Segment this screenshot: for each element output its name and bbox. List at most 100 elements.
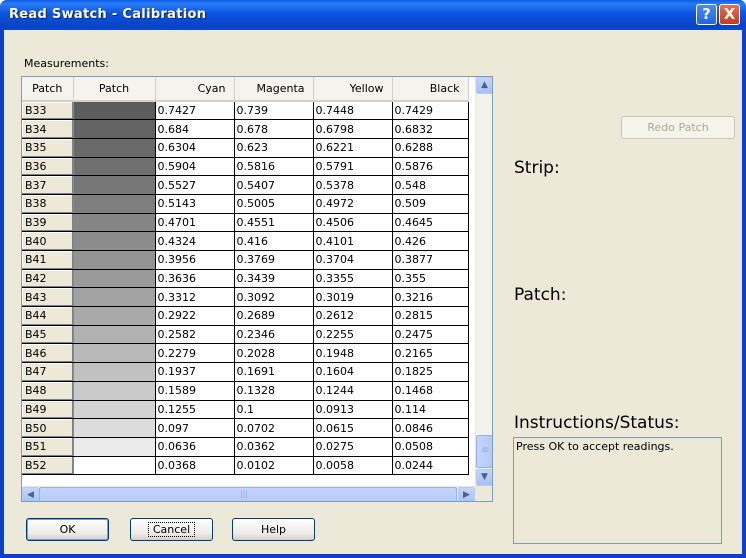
title-bar[interactable]: Read Swatch - Calibration ? X [0, 0, 746, 30]
row-black-value[interactable]: 0.0508 [392, 437, 469, 457]
row-patch-name[interactable]: B35 [22, 138, 74, 158]
table-row[interactable]: B34 0.684 0.678 0.6798 0.6832 [22, 119, 469, 139]
row-yellow-value[interactable]: 0.2255 [313, 325, 393, 345]
table-row[interactable]: B39 0.4701 0.4551 0.4506 0.4645 [22, 213, 469, 233]
row-magenta-value[interactable]: 0.3092 [234, 287, 314, 308]
row-magenta-value[interactable]: 0.2028 [234, 343, 314, 364]
row-patch-name[interactable]: B50 [22, 418, 74, 438]
row-cyan-value[interactable]: 0.1937 [155, 362, 235, 382]
row-patch-name[interactable]: B49 [22, 400, 74, 420]
row-patch-swatch[interactable] [73, 306, 156, 326]
row-patch-swatch[interactable] [73, 250, 156, 270]
vertical-scrollbar[interactable]: ▲ ≡ ▼ [475, 77, 492, 486]
row-yellow-value[interactable]: 0.4101 [313, 231, 393, 251]
row-patch-swatch[interactable] [73, 101, 156, 121]
table-row[interactable]: B42 0.3636 0.3439 0.3355 0.355 [22, 269, 469, 289]
row-cyan-value[interactable]: 0.2922 [155, 306, 235, 326]
scroll-down-button[interactable]: ▼ [476, 469, 492, 486]
row-patch-name[interactable]: B38 [22, 194, 74, 214]
row-yellow-value[interactable]: 0.0058 [313, 456, 393, 476]
row-yellow-value[interactable]: 0.5791 [313, 157, 393, 177]
row-yellow-value[interactable]: 0.1948 [313, 343, 393, 364]
row-magenta-value[interactable]: 0.5407 [234, 175, 314, 195]
row-patch-swatch[interactable] [73, 287, 156, 308]
row-yellow-value[interactable]: 0.3704 [313, 250, 393, 270]
row-patch-name[interactable]: B34 [22, 119, 74, 139]
row-black-value[interactable]: 0.355 [392, 269, 469, 289]
table-row[interactable]: B38 0.5143 0.5005 0.4972 0.509 [22, 194, 469, 214]
row-yellow-value[interactable]: 0.4506 [313, 213, 393, 233]
row-cyan-value[interactable]: 0.0636 [155, 437, 235, 457]
row-patch-swatch[interactable] [73, 138, 156, 158]
row-patch-name[interactable]: B43 [22, 287, 74, 308]
help-title-button[interactable]: ? [696, 4, 717, 25]
row-yellow-value[interactable]: 0.0615 [313, 418, 393, 438]
scroll-right-button[interactable]: ▶ [458, 487, 475, 501]
row-patch-swatch[interactable] [73, 194, 156, 214]
row-patch-name[interactable]: B47 [22, 362, 74, 382]
row-cyan-value[interactable]: 0.6304 [155, 138, 235, 158]
table-row[interactable]: B41 0.3956 0.3769 0.3704 0.3877 [22, 250, 469, 270]
scroll-up-button[interactable]: ▲ [476, 77, 492, 94]
col-header-patch-name[interactable]: Patch [22, 77, 74, 102]
row-patch-name[interactable]: B33 [22, 101, 74, 121]
row-patch-swatch[interactable] [73, 119, 156, 139]
row-cyan-value[interactable]: 0.2279 [155, 343, 235, 364]
row-patch-name[interactable]: B36 [22, 157, 74, 177]
row-black-value[interactable]: 0.0846 [392, 418, 469, 438]
row-cyan-value[interactable]: 0.5904 [155, 157, 235, 177]
table-row[interactable]: B43 0.3312 0.3092 0.3019 0.3216 [22, 287, 469, 308]
row-yellow-value[interactable]: 0.0275 [313, 437, 393, 457]
row-magenta-value[interactable]: 0.2346 [234, 325, 314, 345]
row-cyan-value[interactable]: 0.1255 [155, 400, 235, 420]
row-patch-swatch[interactable] [73, 418, 156, 438]
row-yellow-value[interactable]: 0.3355 [313, 269, 393, 289]
row-magenta-value[interactable]: 0.678 [234, 119, 314, 139]
row-patch-name[interactable]: B48 [22, 381, 74, 401]
row-black-value[interactable]: 0.3877 [392, 250, 469, 270]
row-cyan-value[interactable]: 0.4324 [155, 231, 235, 251]
vertical-scroll-thumb[interactable]: ≡ [476, 435, 492, 468]
row-yellow-value[interactable]: 0.2612 [313, 306, 393, 326]
row-patch-name[interactable]: B52 [22, 456, 74, 476]
row-black-value[interactable]: 0.5876 [392, 157, 469, 177]
table-row[interactable]: B37 0.5527 0.5407 0.5378 0.548 [22, 175, 469, 195]
row-black-value[interactable]: 0.4645 [392, 213, 469, 233]
ok-button[interactable]: OK [26, 518, 109, 541]
row-patch-name[interactable]: B45 [22, 325, 74, 345]
row-patch-name[interactable]: B42 [22, 269, 74, 289]
row-yellow-value[interactable]: 0.7448 [313, 101, 393, 121]
row-patch-swatch[interactable] [73, 231, 156, 251]
row-magenta-value[interactable]: 0.1328 [234, 381, 314, 401]
row-black-value[interactable]: 0.6288 [392, 138, 469, 158]
row-yellow-value[interactable]: 0.0913 [313, 400, 393, 420]
table-row[interactable]: B51 0.0636 0.0362 0.0275 0.0508 [22, 437, 469, 457]
row-magenta-value[interactable]: 0.4551 [234, 213, 314, 233]
col-header-patch-swatch[interactable]: Patch [73, 77, 156, 102]
row-black-value[interactable]: 0.6832 [392, 119, 469, 139]
col-header-magenta[interactable]: Magenta [234, 77, 314, 102]
row-black-value[interactable]: 0.7429 [392, 101, 469, 121]
row-magenta-value[interactable]: 0.623 [234, 138, 314, 158]
table-row[interactable]: B47 0.1937 0.1691 0.1604 0.1825 [22, 362, 469, 382]
row-black-value[interactable]: 0.548 [392, 175, 469, 195]
table-row[interactable]: B48 0.1589 0.1328 0.1244 0.1468 [22, 381, 469, 401]
row-magenta-value[interactable]: 0.5816 [234, 157, 314, 177]
table-row[interactable]: B33 0.7427 0.739 0.7448 0.7429 [22, 101, 469, 121]
row-cyan-value[interactable]: 0.4701 [155, 213, 235, 233]
row-black-value[interactable]: 0.2475 [392, 325, 469, 345]
table-row[interactable]: B40 0.4324 0.416 0.4101 0.426 [22, 231, 469, 251]
row-patch-name[interactable]: B46 [22, 343, 74, 364]
table-row[interactable]: B46 0.2279 0.2028 0.1948 0.2165 [22, 343, 469, 364]
row-patch-name[interactable]: B40 [22, 231, 74, 251]
row-black-value[interactable]: 0.2815 [392, 306, 469, 326]
row-patch-swatch[interactable] [73, 343, 156, 364]
row-patch-name[interactable]: B41 [22, 250, 74, 270]
row-patch-name[interactable]: B44 [22, 306, 74, 326]
row-patch-swatch[interactable] [73, 213, 156, 233]
table-row[interactable]: B44 0.2922 0.2689 0.2612 0.2815 [22, 306, 469, 326]
row-magenta-value[interactable]: 0.0362 [234, 437, 314, 457]
row-patch-swatch[interactable] [73, 325, 156, 345]
horizontal-scroll-thumb[interactable]: ||| [39, 487, 457, 501]
row-patch-swatch[interactable] [73, 456, 156, 476]
